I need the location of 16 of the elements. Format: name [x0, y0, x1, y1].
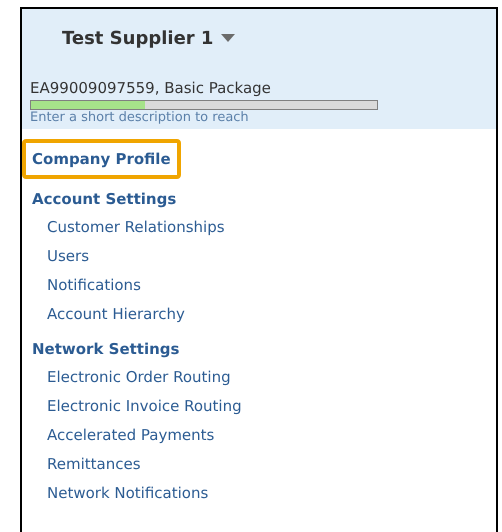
section-heading[interactable]: Network Settings	[22, 335, 190, 363]
nav-link[interactable]: Electronic Invoice Routing	[47, 392, 242, 421]
nav-link[interactable]: Customer Relationships	[47, 213, 225, 242]
package-label: EA99009097559, Basic Package	[30, 79, 271, 97]
nav-link[interactable]: Accelerated Payments	[47, 421, 214, 450]
nav-link[interactable]: Electronic Order Routing	[47, 363, 231, 392]
section-heading[interactable]: Account Settings	[22, 185, 186, 213]
nav-link[interactable]: Network Notifications	[47, 479, 208, 508]
nav-link[interactable]: Remittances	[47, 450, 141, 479]
description-link[interactable]: Enter a short description to reach	[30, 111, 249, 125]
caret-icon	[221, 34, 236, 43]
nav-link[interactable]: Account Hierarchy	[47, 300, 185, 329]
nav-link[interactable]: Notifications	[47, 271, 141, 300]
nav-link[interactable]: Company Profile	[22, 139, 181, 179]
nav-link[interactable]: Users	[47, 242, 90, 271]
supplier-menu[interactable]: Test Supplier 1	[62, 28, 236, 49]
